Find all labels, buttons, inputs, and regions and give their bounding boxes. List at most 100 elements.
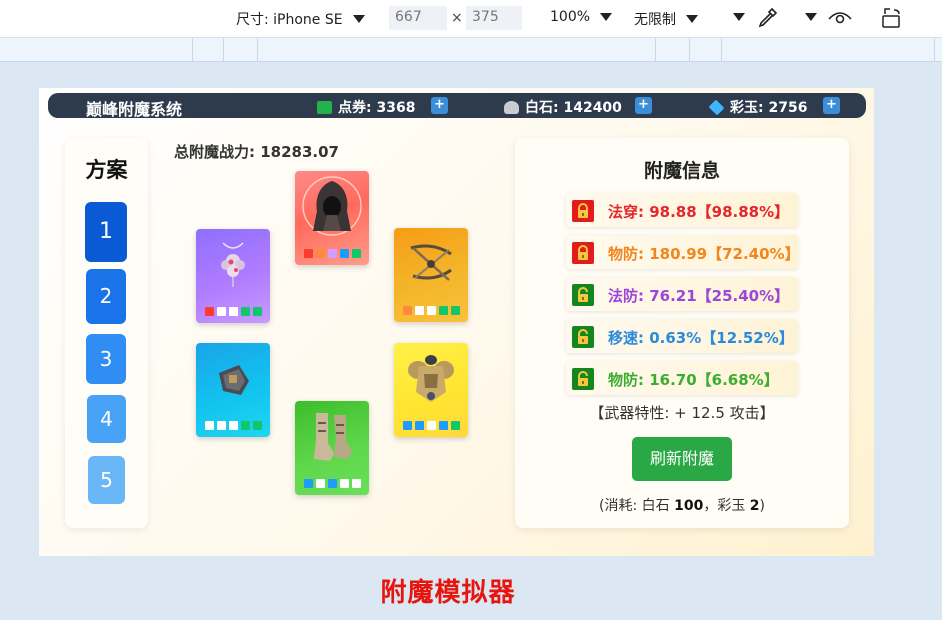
header-bar: 巅峰附魔系统 点券: 3368 + 白石: 142400 + 彩玉: 2756 … <box>48 93 866 119</box>
chevron-down-icon <box>600 13 613 21</box>
more-options-1[interactable] <box>733 13 745 21</box>
enchant-dot <box>240 307 250 316</box>
equipment-slot-boots[interactable] <box>295 401 369 495</box>
enchant-dot <box>216 421 226 430</box>
lock-open-icon[interactable] <box>572 284 594 306</box>
device-select[interactable]: 尺寸: iPhone SE <box>236 9 365 29</box>
jade-display: 彩玉: 2756 <box>708 97 807 117</box>
enchant-dots <box>394 306 468 315</box>
attribute-text: 法穿: 98.88【98.88%】 <box>608 203 790 221</box>
stone-display: 白石: 142400 <box>504 97 622 117</box>
enchant-dot <box>315 249 325 258</box>
lock-closed-icon[interactable] <box>572 200 594 222</box>
plan-button-3[interactable]: 3 <box>86 334 126 384</box>
enchant-dot <box>303 249 313 258</box>
plan-button-4[interactable]: 4 <box>87 395 126 443</box>
device-label: 尺寸: iPhone SE <box>236 12 343 28</box>
enchant-dot <box>426 306 436 315</box>
weapon-trait: 【武器特性: + 12.5 攻击】 <box>589 404 775 422</box>
add-stone-button[interactable]: + <box>635 97 652 114</box>
enchant-dot <box>438 306 448 315</box>
zoom-select[interactable]: 100% <box>550 9 613 25</box>
cost-text: (消耗: 白石 100，彩玉 2) <box>515 495 849 515</box>
equipment-slot-armor[interactable] <box>394 343 468 437</box>
enchant-dot <box>450 421 460 430</box>
chevron-down-icon <box>805 13 817 21</box>
attribute-text: 移速: 0.63%【12.52%】 <box>608 329 794 347</box>
gem-icon <box>708 99 725 115</box>
enchant-dot <box>402 306 412 315</box>
chevron-down-icon <box>733 13 745 21</box>
enchant-dots <box>196 307 270 316</box>
cost-prefix: (消耗: 白石 <box>599 498 675 514</box>
enchant-dots <box>394 421 468 430</box>
enchant-dots <box>295 249 369 258</box>
refresh-enchant-button[interactable]: 刷新附魔 <box>632 437 732 481</box>
enchant-dot <box>426 421 436 430</box>
enchant-dot <box>327 249 337 258</box>
enchant-dot <box>414 306 424 315</box>
attribute-row-3: 法防: 76.21【25.40%】 <box>566 277 798 311</box>
enchant-dot <box>315 479 325 488</box>
eyedropper-icon[interactable] <box>755 6 779 30</box>
enchant-dot <box>450 306 460 315</box>
equipment-slot-gauntlet[interactable] <box>196 343 270 437</box>
enchant-dot <box>438 421 448 430</box>
info-title: 附魔信息 <box>643 160 720 182</box>
attribute-row-2: 物防: 180.99【72.40%】 <box>566 235 800 269</box>
plan-button-1[interactable]: 1 <box>85 202 127 262</box>
enchant-dots <box>196 421 270 430</box>
cost-suffix: ) <box>759 498 765 514</box>
lock-open-icon[interactable] <box>572 326 594 348</box>
enchant-dot <box>339 249 349 258</box>
armor-icon <box>408 355 454 402</box>
equipment-slot-necklace[interactable] <box>196 229 270 323</box>
enchant-dot <box>252 421 262 430</box>
throttle-label: 无限制 <box>634 12 676 28</box>
add-jade-button[interactable]: + <box>823 97 840 114</box>
boots-icon <box>314 413 352 461</box>
attribute-row-1: 法穿: 98.88【98.88%】 <box>566 193 798 227</box>
enchant-dot <box>327 479 337 488</box>
width-input[interactable]: 667 <box>389 6 447 30</box>
hood-icon <box>302 176 362 236</box>
add-points-button[interactable]: + <box>431 97 448 114</box>
enchant-dot <box>216 307 226 316</box>
eye-icon[interactable] <box>827 7 853 29</box>
chevron-down-icon <box>352 15 365 23</box>
times-sign: × <box>451 10 463 26</box>
enchant-dot <box>204 421 214 430</box>
attribute-row-5: 物防: 16.70【6.68%】 <box>566 361 798 395</box>
rotate-icon[interactable] <box>879 6 905 30</box>
equipment-slot-crossbow[interactable] <box>394 228 468 322</box>
necklace-icon <box>221 242 245 287</box>
total-power: 总附魔战力: 18283.07 <box>174 143 339 161</box>
cost-jade: 2 <box>749 498 760 514</box>
points-label: 点券: 3368 <box>338 100 416 116</box>
enchant-dot <box>402 421 412 430</box>
enchant-dot <box>303 479 313 488</box>
height-input[interactable]: 375 <box>466 6 522 30</box>
plan-title: 方案 <box>85 158 128 182</box>
attribute-text: 物防: 180.99【72.40%】 <box>608 245 800 263</box>
simulator-title: 附魔模拟器 <box>380 578 516 608</box>
points-display: 点券: 3368 <box>317 97 415 117</box>
enchant-dots <box>295 479 369 488</box>
stone-label: 白石: 142400 <box>525 100 622 116</box>
enchant-dot <box>204 307 214 316</box>
enchant-dot <box>414 421 424 430</box>
throttle-select[interactable]: 无限制 <box>634 9 698 29</box>
media-query-ruler <box>0 37 942 62</box>
plan-button-5[interactable]: 5 <box>88 456 125 504</box>
plan-panel: 方案 1 2 3 4 5 <box>65 138 148 528</box>
plan-button-2[interactable]: 2 <box>86 269 126 324</box>
lock-closed-icon[interactable] <box>572 242 594 264</box>
lock-open-icon[interactable] <box>572 368 594 390</box>
cost-stone: 100 <box>674 498 704 514</box>
enchant-info-panel: 附魔信息 法穿: 98.88【98.88%】 物防: 180.99【72.40%… <box>515 138 849 528</box>
equipment-slot-hood[interactable] <box>295 171 369 265</box>
ticket-icon <box>317 100 332 114</box>
more-options-2[interactable] <box>805 13 817 21</box>
attribute-row-4: 移速: 0.63%【12.52%】 <box>566 319 798 353</box>
attribute-text: 物防: 16.70【6.68%】 <box>608 371 779 389</box>
